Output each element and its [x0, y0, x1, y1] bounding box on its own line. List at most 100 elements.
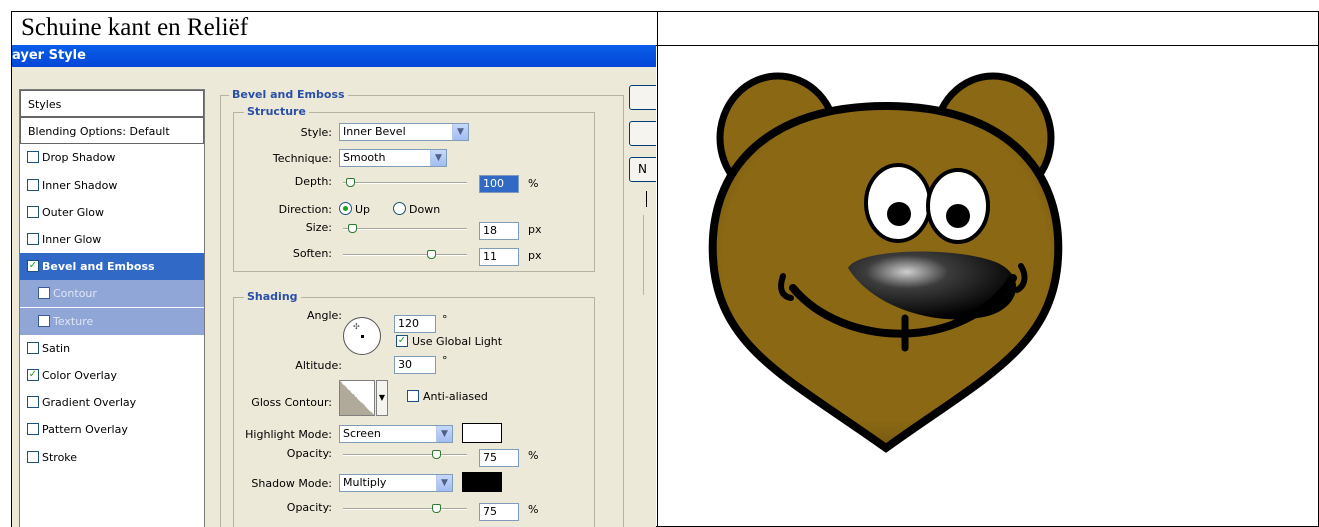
highlight-opacity-label: Opacity:	[286, 447, 332, 460]
use-global-light-checkbox[interactable]: ✓	[396, 335, 408, 347]
highlight-color-swatch[interactable]	[462, 423, 502, 443]
styles-list-checkbox[interactable]	[38, 287, 50, 300]
styles-list-checkbox[interactable]	[27, 178, 39, 191]
styles-list-checkbox[interactable]	[27, 205, 39, 218]
right-pupil	[946, 204, 970, 228]
size-label: Size:	[305, 221, 332, 234]
gloss-contour-picker[interactable]	[339, 380, 375, 416]
shadow-color-swatch[interactable]	[462, 472, 502, 492]
shadow-opacity-input[interactable]: 75	[479, 503, 519, 521]
dialog-title: ayer Style	[12, 48, 86, 63]
table-column-divider	[657, 12, 658, 526]
bear-head	[708, 72, 1063, 453]
crosshair-icon: ✣	[353, 322, 360, 331]
chevron-down-icon: ▼	[436, 426, 452, 442]
styles-list-item-stroke[interactable]: Stroke	[20, 444, 204, 471]
styles-list-checkbox[interactable]: ✓	[27, 369, 39, 381]
highlight-mode-select[interactable]: Screen ▼	[339, 425, 453, 443]
gloss-contour-label: Gloss Contour:	[251, 396, 332, 409]
layer-style-dialog: ayer Style Styles Blending Options: Defau…	[12, 45, 656, 527]
styles-list-checkbox[interactable]	[38, 314, 50, 327]
depth-input[interactable]: 100	[479, 175, 519, 193]
structure-title: Structure	[244, 105, 309, 118]
preview-checkbox-edge	[646, 191, 647, 207]
styles-list-label: Inner Shadow	[42, 178, 118, 192]
styles-list-checkbox[interactable]	[27, 151, 39, 164]
direction-up-radio[interactable]	[339, 202, 352, 215]
shadow-opacity-label: Opacity:	[286, 501, 332, 514]
bear-preview	[708, 72, 1063, 453]
styles-list-item-bevel-and-emboss[interactable]: ✓ Bevel and Emboss	[20, 253, 204, 281]
styles-list-label: Inner Glow	[42, 233, 102, 246]
gloss-contour-dropdown[interactable]: ▼	[376, 380, 388, 416]
size-slider-thumb[interactable]	[347, 224, 357, 233]
highlight-opacity-input[interactable]: 75	[479, 449, 519, 467]
styles-list-item-gradient-overlay[interactable]: Gradient Overlay	[20, 389, 204, 416]
size-input[interactable]: 18	[479, 222, 519, 240]
styles-list-item-outer-glow[interactable]: Outer Glow	[20, 199, 204, 226]
direction-down-radio[interactable]	[393, 202, 406, 215]
styles-list: Styles Blending Options: Default Drop Shad…	[19, 89, 205, 527]
cancel-button[interactable]	[629, 121, 656, 146]
soften-input[interactable]: 11	[479, 248, 519, 266]
highlight-opacity-unit: %	[528, 449, 539, 462]
soften-slider[interactable]	[343, 254, 467, 256]
styles-list-item-pattern-overlay[interactable]: Pattern Overlay	[20, 416, 204, 443]
size-slider[interactable]	[343, 228, 467, 230]
styles-list-label: Satin	[42, 341, 71, 355]
styles-list-checkbox[interactable]	[27, 450, 39, 463]
new-style-button[interactable]: N	[629, 157, 656, 182]
altitude-unit: °	[442, 354, 448, 367]
soften-unit: px	[528, 249, 542, 262]
use-global-light-label: Use Global Light	[412, 335, 503, 348]
technique-select[interactable]: Smooth ▼	[339, 149, 447, 167]
styles-list-item-inner-shadow[interactable]: Inner Shadow	[20, 172, 204, 199]
shadow-mode-select[interactable]: Multiply ▼	[339, 474, 453, 492]
styles-list-item-blending-options-default[interactable]: Blending Options: Default	[20, 117, 204, 145]
styles-list-checkbox[interactable]	[27, 423, 39, 436]
shadow-opacity-slider-thumb[interactable]	[432, 504, 441, 513]
highlight-mode-label: Highlight Mode:	[245, 428, 332, 441]
styles-list-item-inner-glow[interactable]: Inner Glow	[20, 226, 204, 253]
styles-list-label: Drop Shadow	[42, 151, 116, 165]
styles-list-checkbox[interactable]	[27, 341, 39, 354]
shadow-opacity-slider[interactable]	[343, 508, 467, 510]
styles-list-checkbox[interactable]	[27, 396, 39, 409]
styles-list-label: Blending Options: Default	[28, 125, 170, 139]
left-pupil	[887, 202, 911, 226]
direction-up-label: Up	[355, 203, 371, 216]
chevron-down-icon: ▼	[436, 475, 452, 491]
dialog-title-bar[interactable]: ayer Style	[12, 45, 656, 67]
anti-aliased-checkbox[interactable]	[407, 390, 419, 402]
ok-button[interactable]	[629, 85, 656, 110]
styles-list-item-texture[interactable]: Texture	[20, 307, 204, 335]
altitude-input[interactable]: 30	[394, 356, 436, 374]
styles-list-checkbox[interactable]	[27, 233, 39, 245]
styles-list-item-satin[interactable]: Satin	[20, 335, 204, 362]
styles-list-label: Color Overlay	[42, 369, 117, 382]
anti-aliased-label: Anti-aliased	[423, 390, 488, 403]
shadow-opacity-unit: %	[528, 503, 539, 516]
technique-label: Technique:	[272, 152, 332, 165]
styles-list-checkbox[interactable]: ✓	[27, 260, 39, 273]
depth-slider[interactable]	[343, 182, 467, 184]
styles-list-label: Bevel and Emboss	[42, 260, 155, 274]
highlight-opacity-slider[interactable]	[343, 454, 467, 456]
styles-list-label: Styles	[28, 98, 62, 111]
style-select[interactable]: Inner Bevel ▼	[339, 123, 469, 141]
styles-list-label: Texture	[53, 314, 94, 328]
styles-list-item-styles[interactable]: Styles	[20, 90, 204, 117]
preview-box-edge	[643, 215, 648, 295]
styles-list-item-drop-shadow[interactable]: Drop Shadow	[20, 144, 204, 171]
styles-list-label: Contour	[53, 287, 97, 301]
angle-input[interactable]: 120	[394, 315, 436, 333]
angle-dial[interactable]: ✣	[343, 317, 381, 355]
depth-label: Depth:	[294, 175, 332, 188]
shading-title: Shading	[244, 290, 301, 303]
highlight-opacity-slider-thumb[interactable]	[432, 450, 441, 459]
styles-list-item-color-overlay[interactable]: ✓ Color Overlay	[20, 362, 204, 389]
styles-list-label: Stroke	[42, 450, 78, 464]
styles-list-item-contour[interactable]: Contour	[20, 280, 204, 308]
soften-slider-thumb[interactable]	[427, 250, 437, 259]
bevel-emboss-title: Bevel and Emboss	[229, 88, 348, 101]
